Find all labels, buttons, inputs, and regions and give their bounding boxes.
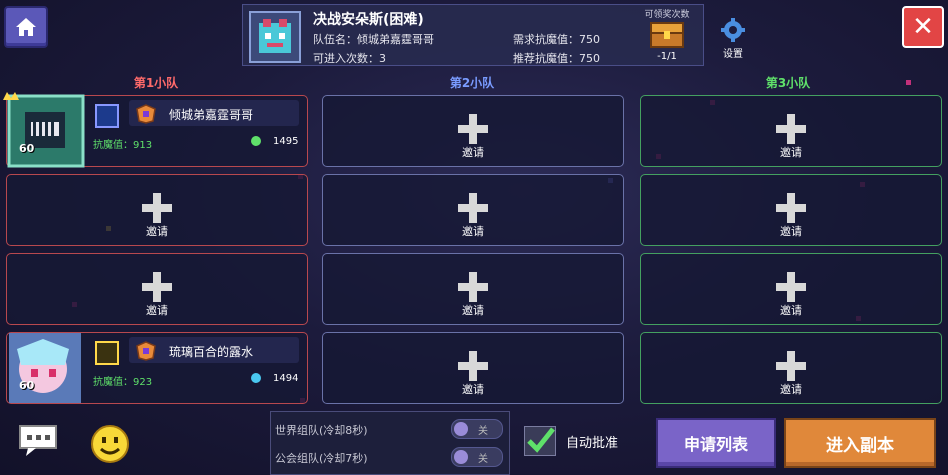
class-icon: [95, 341, 119, 365]
home-button[interactable]: [4, 6, 48, 48]
dungeon-info-panel: 决战安朵斯(困难) 队伍名：倾城弟嘉霆哥哥 可进入次数：3 需求抗魔值：750 …: [242, 4, 704, 66]
invite-label: 邀请: [146, 304, 168, 317]
auto-approve-checkbox[interactable]: [524, 426, 556, 456]
plus-icon: [458, 114, 488, 144]
recommended-resist-text: 推荐抗魔值：750: [513, 52, 600, 65]
team-1-slot-1-member[interactable]: 60 倾城弟嘉霆哥哥 抗魔值：913 1495: [3, 92, 308, 170]
reward-count: -1/1: [657, 51, 677, 62]
plus-icon: [458, 272, 488, 302]
plus-icon: [458, 193, 488, 223]
team-3-slot-4[interactable]: 邀请: [640, 332, 942, 404]
member-avatar: [3, 92, 85, 170]
boss-portrait: [249, 11, 301, 63]
team-1-header: 第1小队: [133, 76, 179, 90]
plus-icon: [776, 351, 806, 381]
invite-label: 邀请: [146, 225, 168, 238]
invite-label: 邀请: [462, 383, 484, 396]
world-team-toggle[interactable]: 关: [451, 419, 503, 439]
team-3-slot-1[interactable]: 邀请: [640, 95, 942, 167]
member-level: 60: [19, 142, 35, 155]
guild-emblem-icon: [136, 341, 156, 361]
smiley-icon: [91, 425, 129, 463]
auto-approve-label: 自动批准: [566, 436, 619, 451]
member-name: 琉璃百合的露水: [169, 345, 254, 359]
team-2-slot-1[interactable]: 邀请: [322, 95, 624, 167]
apply-list-button[interactable]: 申请列表: [656, 418, 776, 468]
guild-team-toggle[interactable]: 关: [451, 447, 503, 467]
team-2-header: 第2小队: [449, 76, 495, 90]
invite-label: 邀请: [462, 225, 484, 238]
team-2-slot-4[interactable]: 邀请: [322, 332, 624, 404]
invite-label: 邀请: [780, 383, 802, 396]
plus-icon: [142, 193, 172, 223]
invite-label: 邀请: [462, 146, 484, 159]
invite-label: 邀请: [780, 146, 802, 159]
enter-dungeon-button[interactable]: 进入副本: [784, 418, 936, 468]
team-1-slot-3[interactable]: 邀请: [6, 253, 308, 325]
guild-emblem-icon: [136, 104, 156, 124]
close-button[interactable]: ✕: [902, 6, 944, 48]
member-resist: 抗魔值：923: [93, 377, 153, 388]
team-3-slot-3[interactable]: 邀请: [640, 253, 942, 325]
team-1-slot-4-member[interactable]: 60 琉璃百合的露水 抗魔值：923 1494: [6, 332, 308, 404]
power-gem-icon: [251, 373, 261, 383]
chat-bubble-icon: [19, 425, 57, 456]
invite-label: 邀请: [462, 304, 484, 317]
required-resist-text: 需求抗魔值：750: [513, 33, 600, 46]
member-level: 60: [19, 379, 35, 392]
gear-icon: [721, 18, 745, 42]
team-1-slot-2[interactable]: 邀请: [6, 174, 308, 246]
plus-icon: [776, 272, 806, 302]
toggle-knob: [454, 422, 468, 436]
checkmark-icon: [527, 427, 555, 453]
home-icon: [16, 18, 36, 36]
team-3-header: 第3小队: [765, 76, 811, 90]
close-icon: ✕: [912, 12, 934, 42]
team-3-slot-2[interactable]: 邀请: [640, 174, 942, 246]
power-gem-icon: [251, 136, 261, 146]
class-icon: [95, 104, 119, 128]
member-power: 1494: [273, 373, 299, 384]
guild-team-label: 公会组队(冷却7秒): [275, 452, 368, 465]
member-avatar: [3, 329, 85, 407]
team-name-text: 队伍名：倾城弟嘉霆哥哥: [313, 33, 434, 46]
toggle-off-label: 关: [478, 426, 488, 437]
toggle-off-label: 关: [478, 454, 488, 465]
world-team-label: 世界组队(冷却8秒): [275, 424, 368, 437]
chest-icon: [650, 22, 684, 48]
team-2-slot-2[interactable]: 邀请: [322, 174, 624, 246]
toggle-knob: [454, 450, 468, 464]
plus-icon: [458, 351, 488, 381]
team-recruit-panel: 世界组队(冷却8秒) 关 公会组队(冷却7秒) 关: [270, 411, 510, 475]
sparkle: [906, 80, 911, 85]
settings-label: 设置: [723, 49, 743, 60]
plus-icon: [776, 114, 806, 144]
plus-icon: [142, 272, 172, 302]
reward-title: 可领奖次数: [644, 10, 690, 20]
reward-chest[interactable]: 可领奖次数 -1/1: [635, 7, 699, 63]
member-name: 倾城弟嘉霆哥哥: [169, 108, 254, 122]
dungeon-title: 决战安朵斯(困难): [313, 12, 424, 28]
plus-icon: [776, 193, 806, 223]
invite-label: 邀请: [780, 304, 802, 317]
settings-button[interactable]: 设置: [716, 18, 750, 60]
member-resist: 抗魔值：913: [93, 140, 153, 151]
entries-text: 可进入次数：3: [313, 52, 386, 65]
member-power: 1495: [273, 136, 299, 147]
chat-button[interactable]: [18, 424, 58, 458]
team-2-slot-3[interactable]: 邀请: [322, 253, 624, 325]
invite-label: 邀请: [780, 225, 802, 238]
emoji-button[interactable]: [90, 424, 130, 464]
